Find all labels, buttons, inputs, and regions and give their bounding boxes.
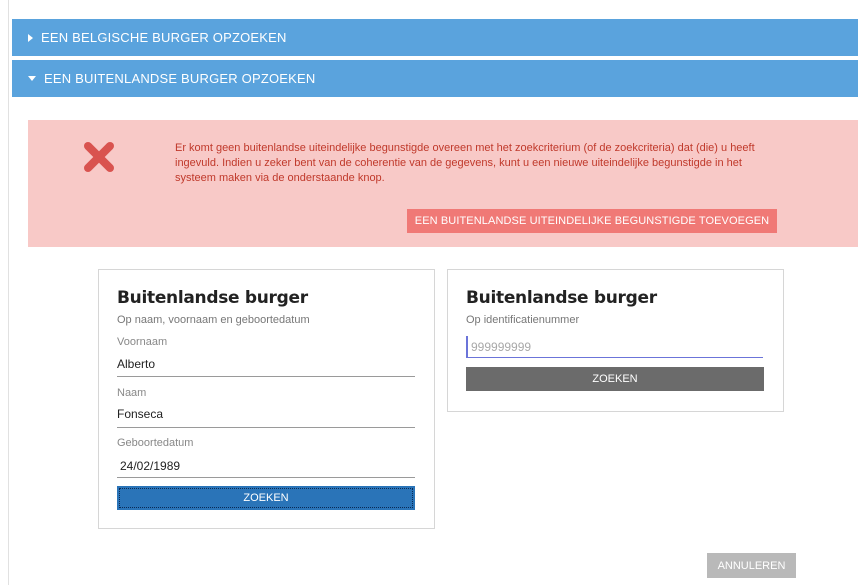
card-subtitle: Op identificatienummer: [466, 314, 580, 326]
caret-down-icon: [28, 76, 36, 81]
alert-message: Er komt geen buitenlandse uiteindelijke …: [175, 142, 755, 184]
accordion-foreign-citizen-search[interactable]: EEN BUITENLANDSE BURGER OPZOEKEN: [12, 60, 858, 97]
birth-date-field[interactable]: 24/02/1989: [120, 459, 180, 473]
accordion-belgian-citizen-search[interactable]: EEN BELGISCHE BURGER OPZOEKEN: [12, 19, 858, 56]
first-name-label: Voornaam: [117, 336, 168, 348]
search-by-name-card: Buitenlandse burger Op naam, voornaam en…: [98, 269, 435, 529]
accordion-belgian-label: EEN BELGISCHE BURGER OPZOEKEN: [41, 30, 287, 45]
caret-right-icon: [28, 33, 33, 42]
last-name-underline: [117, 427, 415, 428]
last-name-label: Naam: [117, 387, 147, 399]
card-title: Buitenlandse burger: [117, 288, 308, 308]
accordion-foreign-label: EEN BUITENLANDSE BURGER OPZOEKEN: [44, 71, 316, 86]
search-by-name-button[interactable]: ZOEKEN: [117, 486, 415, 510]
cancel-button[interactable]: ANNULEREN: [707, 553, 796, 578]
card-subtitle: Op naam, voornaam en geboortedatum: [117, 314, 310, 326]
close-icon: [84, 142, 114, 172]
card-title: Buitenlandse burger: [466, 288, 657, 308]
page-left-border: [8, 0, 9, 585]
add-foreign-beneficiary-button[interactable]: EEN BUITENLANDSE UITEINDELIJKE BEGUNSTIG…: [407, 209, 777, 233]
identification-number-input[interactable]: [466, 336, 763, 358]
search-by-id-button[interactable]: ZOEKEN: [466, 367, 764, 391]
search-by-id-card: Buitenlandse burger Op identificatienumm…: [447, 269, 784, 412]
first-name-field[interactable]: Alberto: [117, 357, 155, 371]
no-result-alert: Er komt geen buitenlandse uiteindelijke …: [28, 120, 858, 247]
birth-date-label: Geboortedatum: [117, 437, 194, 449]
first-name-underline: [117, 376, 415, 377]
last-name-field[interactable]: Fonseca: [117, 407, 163, 421]
birth-date-underline: [117, 477, 415, 478]
